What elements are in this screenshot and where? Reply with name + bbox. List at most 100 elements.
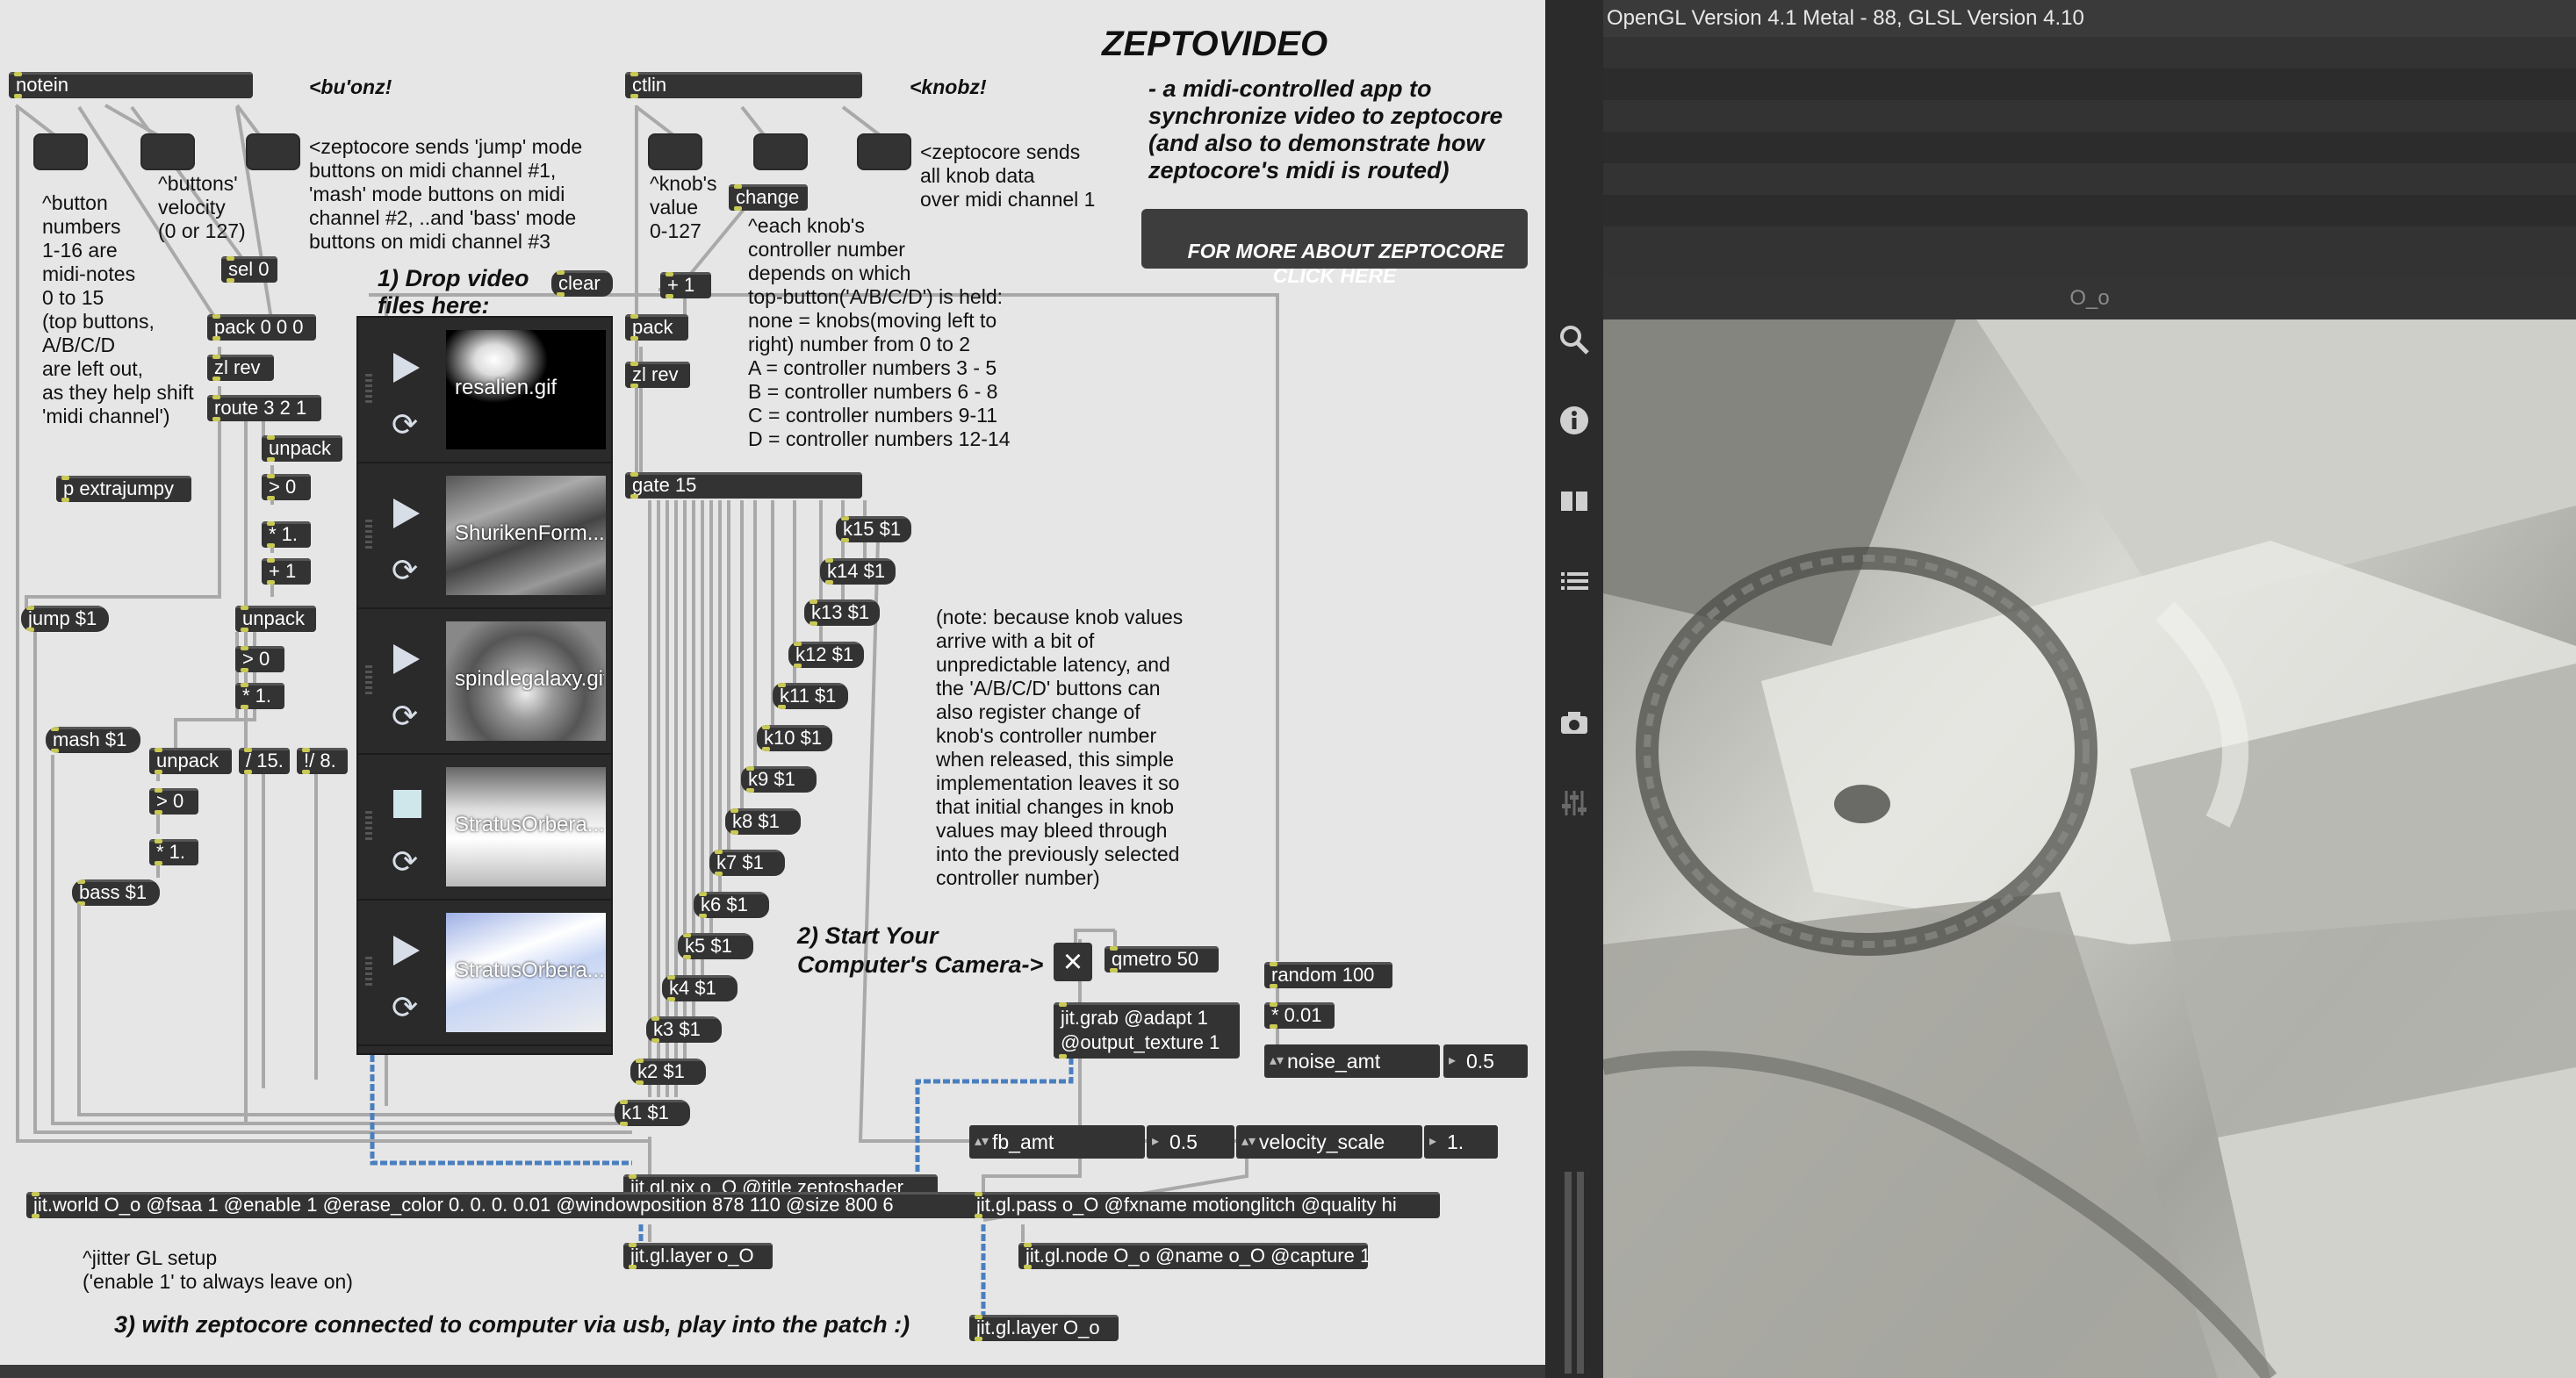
inlet[interactable] — [1059, 1002, 1067, 1007]
inlet[interactable] — [841, 516, 849, 520]
outlet[interactable] — [762, 746, 770, 751]
jit-gl-layer-out-object[interactable]: jit.gl.layer O_o — [969, 1315, 1119, 1341]
inlet[interactable] — [267, 558, 275, 563]
knob-value-bang[interactable] — [648, 133, 702, 170]
play-icon[interactable] — [393, 936, 420, 965]
outlet[interactable] — [746, 788, 754, 793]
drag-handle-icon[interactable] — [365, 520, 372, 549]
drag-handle-icon[interactable] — [365, 957, 372, 987]
inlet[interactable] — [630, 362, 638, 366]
outlet[interactable] — [636, 1080, 644, 1085]
inlet[interactable] — [155, 839, 162, 843]
outlet[interactable] — [32, 1214, 40, 1218]
outlet[interactable] — [267, 496, 275, 500]
inlet[interactable] — [212, 314, 220, 319]
inlet[interactable] — [1270, 962, 1277, 966]
outlet[interactable] — [630, 384, 638, 388]
book-icon[interactable] — [1558, 484, 1591, 518]
inlet[interactable] — [825, 557, 833, 563]
knob-message[interactable]: k6 $1 — [694, 891, 769, 918]
knob-message[interactable]: k13 $1 — [804, 599, 880, 626]
div-fifteen-object[interactable]: / 15. — [239, 748, 290, 774]
fb-amt-attr[interactable]: ▴▾ fb_amt — [969, 1125, 1145, 1159]
inlet[interactable] — [629, 1243, 637, 1247]
knob-message[interactable]: k15 $1 — [836, 516, 911, 542]
inlet[interactable] — [241, 646, 248, 650]
inlet[interactable] — [636, 1058, 644, 1063]
loop-icon[interactable]: ⟳ — [392, 409, 423, 441]
inlet[interactable] — [212, 355, 220, 359]
bass-bang-button[interactable] — [246, 133, 300, 170]
outlet[interactable] — [244, 770, 252, 774]
outlet[interactable] — [267, 457, 275, 462]
inlet[interactable] — [241, 606, 248, 610]
noise-amt-number[interactable]: ▸ 0.5 — [1443, 1044, 1528, 1078]
inlet[interactable] — [762, 724, 770, 729]
inlet[interactable] — [61, 476, 69, 480]
loop-icon[interactable]: ⟳ — [392, 846, 423, 878]
mash-message[interactable]: mash $1 — [46, 727, 140, 753]
inlet[interactable] — [715, 850, 723, 854]
drag-handle-icon[interactable] — [365, 811, 372, 841]
outlet[interactable] — [212, 377, 220, 381]
gate-object[interactable]: gate 15 — [625, 472, 862, 499]
qmetro-object[interactable]: qmetro 50 — [1105, 946, 1219, 972]
inlet[interactable] — [227, 256, 234, 261]
inlet[interactable] — [155, 748, 162, 752]
outlet[interactable] — [699, 913, 707, 918]
pack-notes-object[interactable]: pack 0 0 0 — [207, 314, 316, 341]
unpack-jump-object[interactable]: unpack — [262, 435, 342, 462]
inlet[interactable] — [975, 1192, 982, 1196]
loop-icon[interactable]: ⟳ — [392, 992, 423, 1023]
outlet[interactable] — [212, 336, 220, 341]
inlet[interactable] — [667, 974, 675, 980]
inlet[interactable] — [51, 727, 59, 731]
patcher-canvas[interactable]: ZEPTOVIDEO - a midi-controlled app to sy… — [0, 0, 1545, 1365]
play-icon[interactable] — [393, 353, 420, 383]
inlet[interactable] — [241, 683, 248, 687]
outlet[interactable] — [794, 663, 802, 668]
outlet[interactable] — [227, 278, 234, 283]
inlet[interactable] — [32, 1192, 40, 1196]
outlet[interactable] — [630, 336, 638, 341]
inlet[interactable] — [734, 184, 742, 189]
outlet[interactable] — [778, 705, 786, 709]
inlet[interactable] — [630, 472, 638, 477]
clear-message[interactable]: clear — [551, 270, 613, 297]
outlet[interactable] — [267, 543, 275, 548]
outlet[interactable] — [683, 955, 691, 959]
gt-zero-jump-object[interactable]: > 0 — [262, 474, 311, 500]
inlet[interactable] — [1024, 1243, 1032, 1247]
outlet[interactable] — [975, 1214, 982, 1218]
outlet[interactable] — [26, 628, 34, 632]
knob-message[interactable]: k10 $1 — [757, 724, 832, 751]
knob-message[interactable]: k3 $1 — [646, 1016, 722, 1043]
change-object[interactable]: change — [729, 184, 808, 211]
outlet[interactable] — [975, 1337, 982, 1341]
outlet[interactable] — [620, 1122, 628, 1126]
stop-icon[interactable] — [393, 790, 421, 818]
pack-object[interactable]: pack — [625, 314, 688, 341]
inlet[interactable] — [77, 879, 85, 884]
play-icon[interactable] — [393, 499, 420, 528]
knob-message[interactable]: k1 $1 — [615, 1100, 690, 1126]
zeptocore-link-button[interactable]: FOR MORE ABOUT ZEPTOCORE CLICK HERE — [1141, 209, 1528, 287]
playlist-item[interactable]: ⟳ resalien.gif — [358, 318, 611, 463]
knob-message[interactable]: k14 $1 — [820, 557, 896, 585]
inlet[interactable] — [1270, 1002, 1277, 1007]
jit-gl-pass-object[interactable]: jit.gl.pass o_O @fxname motionglitch @qu… — [969, 1192, 1440, 1218]
p-extrajumpy-object[interactable]: p extrajumpy — [56, 476, 191, 502]
inlet[interactable] — [267, 474, 275, 478]
outlet[interactable] — [1110, 968, 1118, 972]
zl-rev-notes-object[interactable]: zl rev — [207, 355, 274, 381]
inlet[interactable] — [620, 1100, 628, 1104]
outlet[interactable] — [77, 901, 85, 906]
knob-message[interactable]: k4 $1 — [662, 974, 738, 1001]
knob-message[interactable]: k11 $1 — [773, 683, 848, 709]
noise-amt-attr[interactable]: ▴▾ noise_amt — [1264, 1044, 1440, 1078]
snapshot-icon[interactable] — [1558, 706, 1591, 739]
inlet[interactable] — [730, 807, 738, 813]
inlet[interactable] — [746, 766, 754, 771]
knob-change-bang[interactable] — [753, 133, 808, 170]
play-icon[interactable] — [393, 644, 420, 674]
